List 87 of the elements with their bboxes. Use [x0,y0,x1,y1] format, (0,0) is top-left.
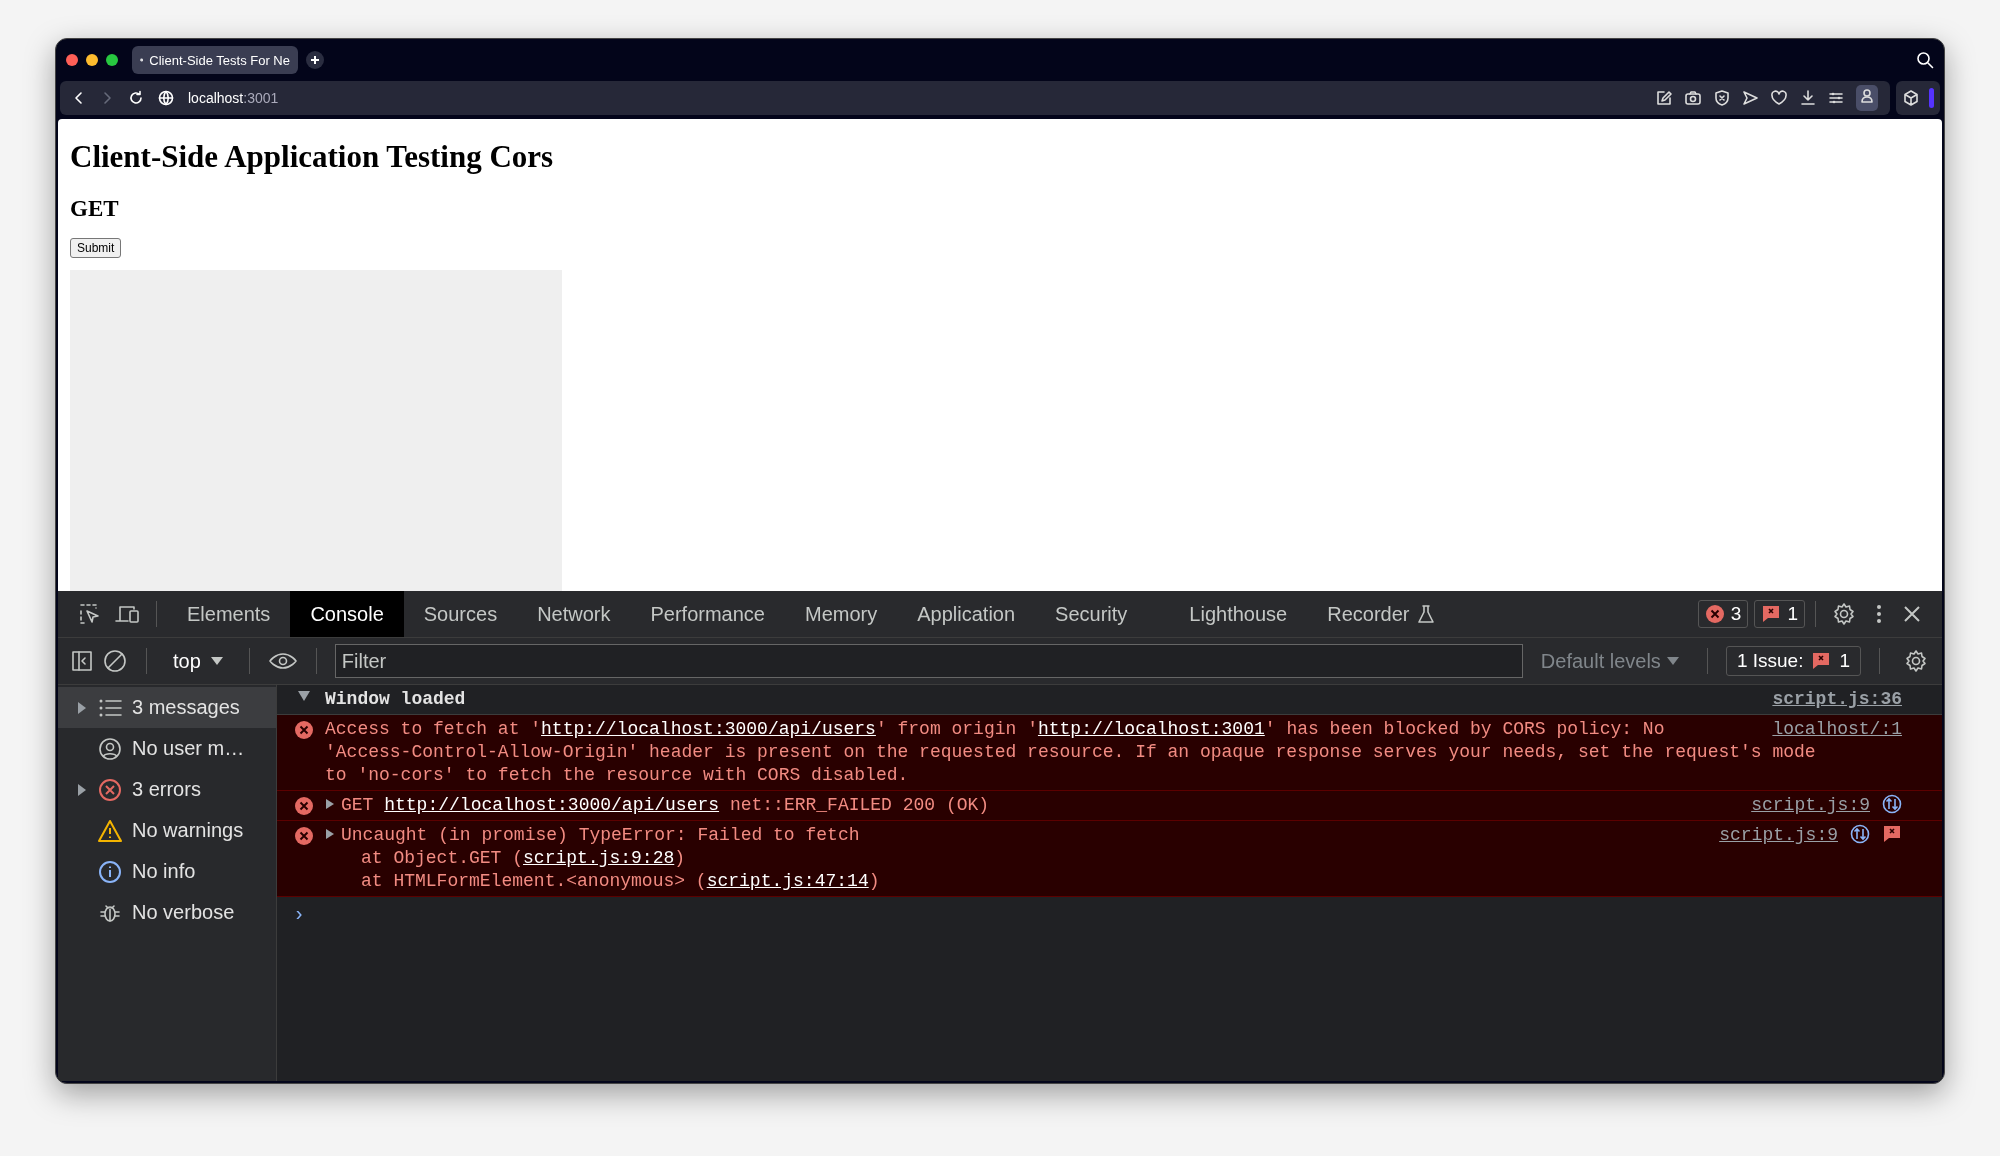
devtools-tab[interactable]: Console [290,591,404,637]
console-message: Access to fetch at 'http://localhost:3000/api/users' from origin 'http://localhost:3001' has been blocked by CORS policy: No 'Access-Control-Allow-Origin' header is present on the requested resource. If an opaque response serves your needs, set the request's mode to 'no-cors' to fetch the resource with CORS disabled. localhost/:1 [277,715,1942,791]
collapse-arrow-icon[interactable] [297,690,311,702]
devtools-tab[interactable]: Network [517,591,631,637]
error-icon [294,720,314,740]
sidebar-item[interactable]: No verbose [58,892,276,933]
search-icon[interactable] [1916,51,1934,69]
sliders-icon[interactable] [1828,90,1844,106]
devtools-tab[interactable]: Security [1035,591,1148,637]
sidebar-item[interactable]: 3 errors [58,769,276,810]
source-link[interactable]: script.js:9 [1719,824,1838,847]
devtools-tab[interactable]: Performance [630,591,785,637]
error-icon [294,796,314,816]
expand-arrow-icon[interactable] [78,701,86,714]
devtools-tab[interactable]: Sources [403,591,518,637]
network-request-icon[interactable] [1850,824,1870,844]
console-message: Uncaught (in promise) TypeError: Failed to fetch at Object.GET (script.js:9:28) at HTMLFormElement.<anonymous> (script.js:47:14) script.js:9 [277,821,1942,897]
issue-count-badge[interactable]: 1 [1754,600,1805,628]
error-icon [1704,604,1725,624]
browser-tab[interactable]: Client-Side Tests For Ne [132,46,298,74]
profile-button[interactable] [1856,85,1878,111]
window-control-button[interactable] [106,54,118,66]
download-icon[interactable] [1800,90,1816,106]
url-link[interactable]: script.js:47:14 [706,871,869,891]
send-icon[interactable] [1742,90,1758,106]
section-heading: GET [70,196,120,222]
more-options-icon[interactable] [1876,603,1882,625]
info-icon [98,859,122,884]
url-text[interactable]: localhost:3001 [188,90,279,106]
window-control-button[interactable] [86,54,98,66]
network-request-icon[interactable] [1882,794,1902,814]
source-link[interactable]: script.js:9 [1751,794,1870,817]
edit-icon[interactable] [1656,90,1672,106]
url-link[interactable]: http://localhost:3000/api/users [541,719,876,739]
devtools-tab[interactable]: Elements [167,591,291,637]
user-icon [98,736,122,761]
sidebar-indicator [1928,88,1934,108]
reload-icon[interactable] [128,90,144,106]
devtools-tab[interactable]: Recorder [1307,591,1456,637]
issue-icon [1811,651,1832,671]
shield-icon[interactable] [1714,90,1730,106]
devtools-tab[interactable]: Memory [785,591,898,637]
filter-field[interactable]: Filter [334,644,1523,678]
devtools-tab[interactable]: Lighthouse [1169,591,1308,637]
source-link[interactable]: localhost/:1 [1772,718,1902,741]
plus-icon [310,55,320,65]
issue-icon [1761,604,1782,624]
inspect-icon[interactable] [78,602,102,626]
console-settings-icon[interactable] [1904,649,1928,673]
sidebar-item[interactable]: 3 messages [58,687,276,728]
issues-button[interactable]: 1 Issue: 1 [1725,646,1861,676]
heart-icon[interactable] [1770,90,1788,106]
context-dropdown[interactable]: top [165,649,231,673]
dropdown-caret-icon [210,657,223,665]
log-levels-dropdown[interactable]: Default levels [1530,649,1689,673]
dropdown-caret-icon [1666,657,1679,665]
window-control-button[interactable] [66,54,78,66]
sidebar-item[interactable]: No user m… [58,728,276,769]
expand-arrow-icon[interactable] [325,798,335,810]
url-link[interactable]: script.js:9:28 [523,848,675,868]
submit-button[interactable]: Submit [70,238,122,258]
console-prompt[interactable]: › [277,897,1942,932]
expand-arrow-icon[interactable] [325,828,335,840]
page-heading: Client-Side Application Testing Cors [70,139,555,175]
error-icon [98,777,122,802]
camera-icon[interactable] [1684,90,1702,106]
console-message: GET http://localhost:3000/api/users net::ERR_FAILED 200 (OK) script.js:9 [277,791,1942,821]
settings-icon[interactable] [1832,602,1856,626]
devtools-tab[interactable]: Application [897,591,1036,637]
eye-icon[interactable] [267,651,298,671]
sidebar-item[interactable]: No warnings [58,810,276,851]
url-link[interactable]: http://localhost:3000/api/users [384,795,720,815]
expand-arrow-icon[interactable] [78,783,86,796]
device-toolbar-icon[interactable] [114,603,140,625]
source-link[interactable]: script.js:36 [1772,688,1902,711]
error-icon [294,826,314,846]
cube-icon[interactable] [1902,90,1919,106]
url-link[interactable]: http://localhost:3001 [1037,719,1265,739]
warning-icon [98,818,122,843]
tab-title: Client-Side Tests For Ne [149,52,290,68]
sidebar-toggle-icon[interactable] [70,649,94,673]
new-tab-button[interactable] [306,51,324,69]
person-icon [1859,88,1875,104]
sidebar-item[interactable]: No info [58,851,276,892]
close-icon[interactable] [1902,604,1922,624]
error-count-badge[interactable]: 3 [1697,600,1749,628]
clear-console-icon[interactable] [102,648,128,674]
